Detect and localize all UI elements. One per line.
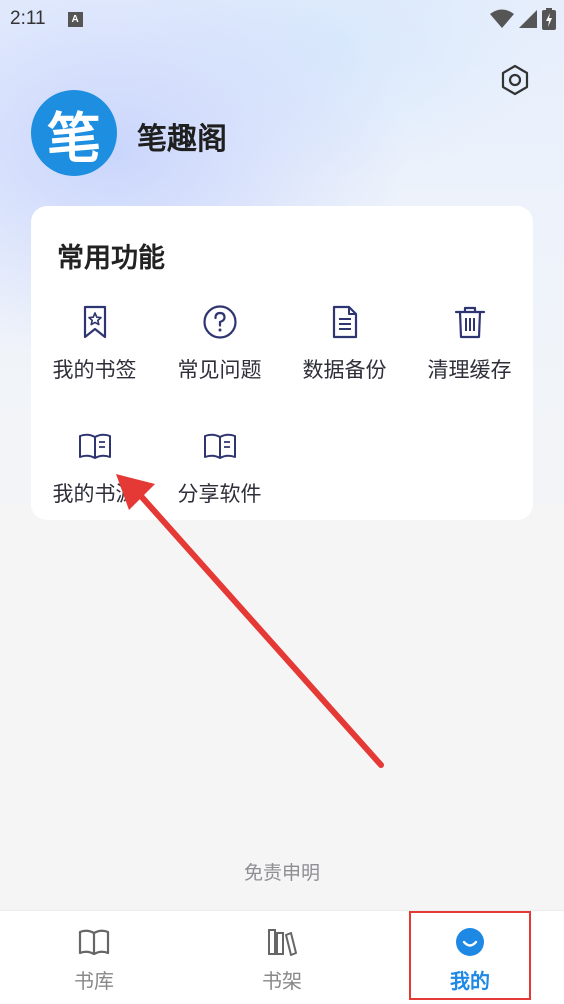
data-backup-button[interactable]: 数据备份 (282, 304, 407, 414)
document-icon (332, 305, 357, 339)
app-name: 笔趣阁 (137, 122, 227, 157)
common-functions-card: 常用功能 我的书签 常见问题 数据备份 清理缓存 我的书源 分享软件 (31, 206, 533, 520)
question-circle-icon (202, 305, 237, 339)
my-bookmarks-button[interactable]: 我的书签 (32, 304, 157, 414)
func-label: 数据备份 (302, 358, 387, 382)
open-book-icon (78, 433, 111, 459)
avatar: 笔 (31, 90, 117, 176)
bookmark-star-icon (83, 305, 106, 339)
my-book-sources-button[interactable]: 我的书源 (32, 428, 157, 538)
func-label: 分享软件 (177, 482, 262, 506)
faq-button[interactable]: 常见问题 (157, 304, 282, 414)
tab-library[interactable]: 书库 (0, 911, 188, 1004)
trash-icon (454, 306, 485, 339)
disclaimer-link[interactable]: 免责申明 (0, 858, 564, 885)
tab-label: 书库 (74, 969, 114, 993)
clear-cache-button[interactable]: 清理缓存 (407, 304, 532, 414)
share-app-button[interactable]: 分享软件 (157, 428, 282, 538)
func-label: 常见问题 (177, 358, 262, 382)
battery-icon (542, 8, 556, 30)
wifi-icon (490, 9, 514, 28)
settings-hexagon-icon[interactable] (498, 63, 532, 97)
open-book-icon (78, 929, 110, 956)
status-bar: 2:11 A (0, 0, 564, 38)
func-label: 我的书签 (52, 358, 137, 382)
tab-label: 书架 (262, 969, 302, 993)
func-label: 我的书源 (52, 482, 137, 506)
func-label: 清理缓存 (427, 358, 512, 382)
card-title: 常用功能 (57, 243, 165, 274)
annotation-highlight-box (409, 911, 531, 1000)
signal-icon (519, 10, 537, 28)
open-book-icon (203, 433, 236, 459)
status-time: 2:11 (10, 8, 46, 29)
tab-bookshelf[interactable]: 书架 (188, 911, 376, 1004)
bookshelf-icon (268, 929, 297, 956)
notification-icon: A (67, 11, 83, 27)
